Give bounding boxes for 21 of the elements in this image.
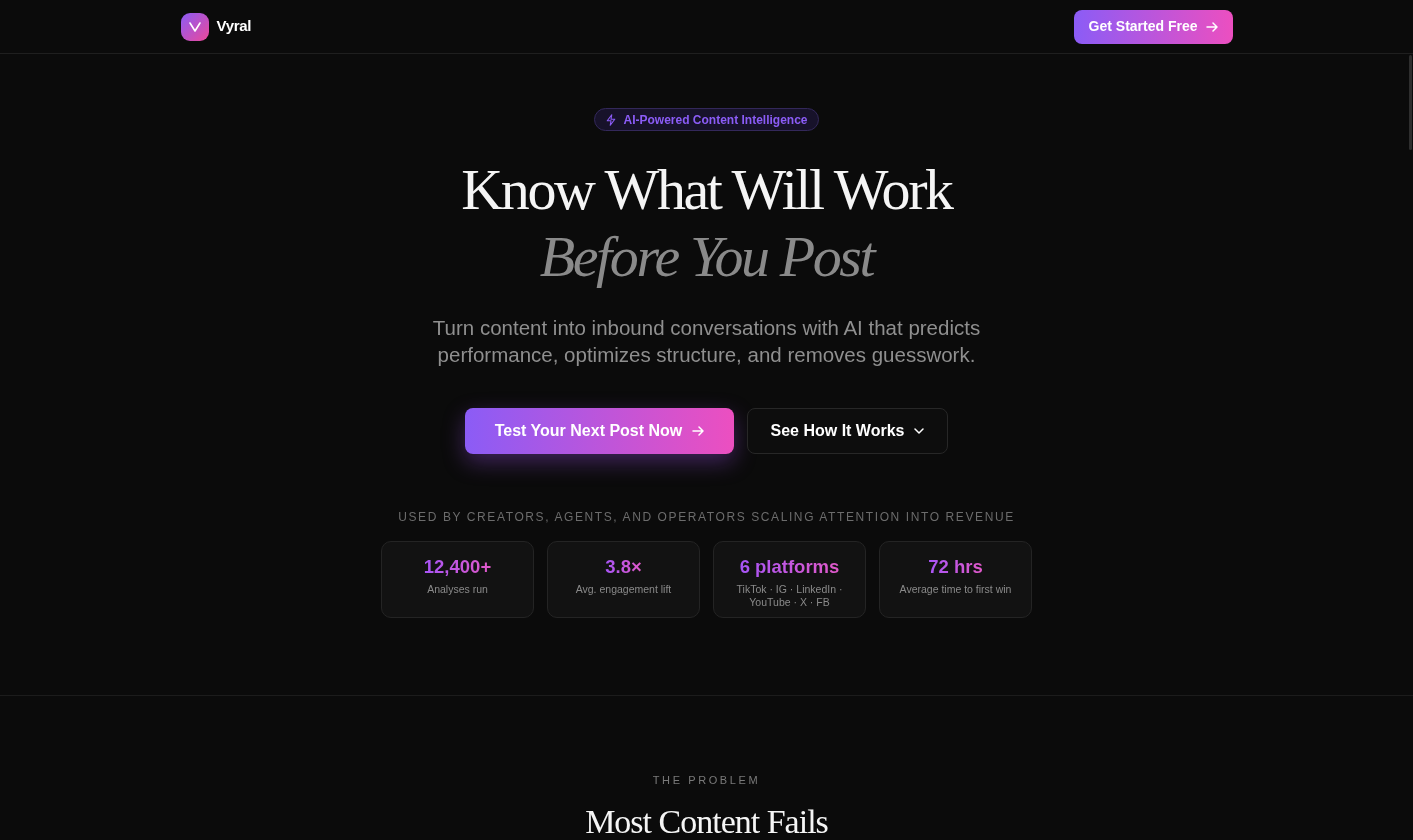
get-started-button[interactable]: Get Started Free bbox=[1073, 9, 1233, 44]
how-it-works-button[interactable]: See How It Works bbox=[747, 407, 948, 454]
headline-emphasis: Before You Post bbox=[538, 222, 877, 290]
test-post-button[interactable]: Test Your Next Post Now bbox=[465, 407, 734, 454]
section-eyebrow: THE PROBLEM bbox=[651, 772, 762, 787]
hero-subtitle: Turn content into inbound conversations with AI that predicts performance, optimizes structure, and removes guesswork. bbox=[431, 314, 982, 368]
logo-icon[interactable] bbox=[180, 12, 209, 41]
arrow-right-icon bbox=[1205, 20, 1218, 33]
headline: Know What Will Work bbox=[460, 155, 954, 223]
scrollbar-thumb[interactable] bbox=[1409, 55, 1412, 150]
social-proof-tagline: USED BY CREATORS, AGENTS, AND OPERATORS SCALING ATTENTION INTO REVENUE bbox=[397, 508, 1016, 526]
chevron-down-icon bbox=[914, 425, 925, 436]
stat-label: Avg. engagement lift bbox=[574, 582, 673, 596]
stat-label: Average time to first win bbox=[898, 582, 1013, 596]
stat-label: TikTok · IG · LinkedIn · YouTube · X · FB bbox=[735, 582, 844, 609]
feature-badge: AI-Powered Content Intelligence bbox=[594, 108, 819, 131]
lightning-icon bbox=[605, 113, 618, 126]
section-title: Most Content Fails bbox=[584, 803, 829, 840]
arrow-right-icon bbox=[692, 424, 705, 437]
stat-label: Analyses run bbox=[426, 582, 489, 596]
brand-name[interactable]: Vyral bbox=[216, 15, 252, 38]
